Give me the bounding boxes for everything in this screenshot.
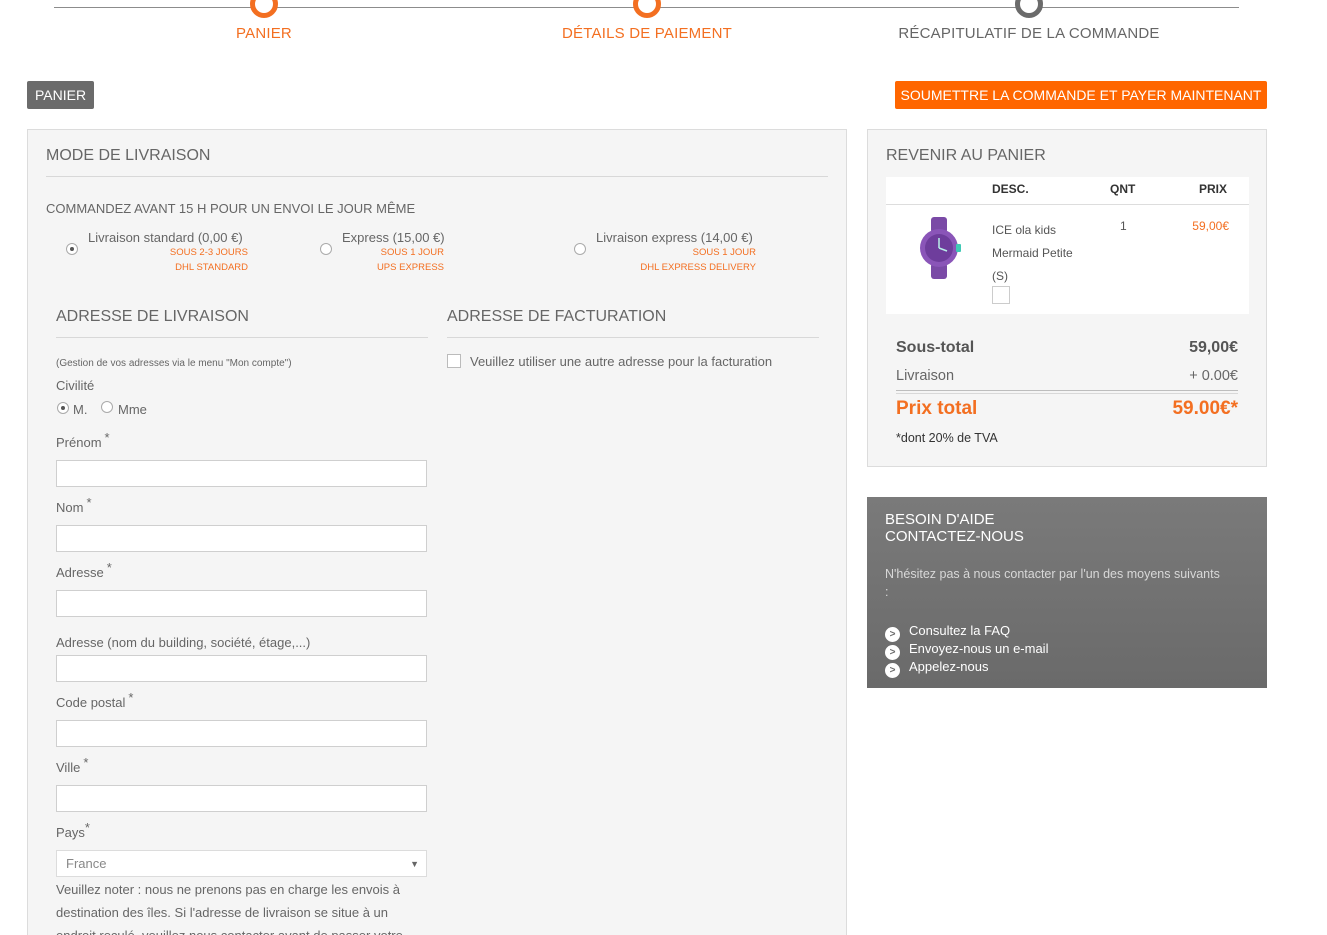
address2-label: Adresse (nom du building, société, étage… [56, 635, 311, 650]
shipping-express-dhl-radio[interactable] [574, 243, 586, 255]
product-quantity: 1 [1120, 219, 1127, 233]
divider [896, 393, 1238, 394]
shipping-option-delay: SOUS 1 JOUR [692, 247, 756, 258]
submit-order-button[interactable]: SOUMETTRE LA COMMANDE ET PAYER MAINTENAN… [895, 81, 1267, 131]
delivery-address-title: ADRESSE DE LIVRAISON [56, 308, 249, 325]
postcode-label: Code postal * [56, 690, 134, 710]
column-header-desc: DESC. [992, 182, 1029, 196]
column-header-qty: QNT [1110, 182, 1136, 196]
vat-note: *dont 20% de TVA [896, 431, 998, 445]
first-name-label: Prénom * [56, 430, 110, 450]
subtotal-label: Sous-total [896, 339, 975, 356]
last-name-label: Nom * [56, 495, 92, 515]
cart-summary-panel: REVENIR AU PANIER DESC. QNT PRIX ICE ola… [867, 129, 1267, 467]
step-cart-circle [250, 0, 278, 18]
email-link[interactable]: > Envoyez-nous un e-mail [885, 641, 1048, 660]
step-summary-label: RÉCAPITULATIF DE LA COMMANDE [898, 25, 1160, 42]
shipping-standard-radio[interactable] [66, 243, 78, 255]
country-select-value: France [66, 856, 107, 871]
shipping-cost-value: + 0.00€ [1189, 368, 1238, 384]
shipping-option-carrier: DHL STANDARD [175, 262, 248, 273]
shipping-express-ups-radio[interactable] [320, 243, 332, 255]
back-to-cart-button[interactable]: PANIER [27, 81, 95, 109]
step-cart-label[interactable]: PANIER [236, 25, 292, 42]
civility-mrs-radio[interactable] [101, 401, 113, 413]
product-price: 59,00€ [1192, 219, 1229, 233]
back-to-cart-link[interactable]: REVENIR AU PANIER [886, 147, 1046, 165]
shipping-option-carrier: DHL EXPRESS DELIVERY [640, 262, 756, 273]
islands-shipping-note: Veuillez noter : nous ne prenons pas en … [56, 882, 403, 935]
step-summary-circle [1015, 0, 1043, 18]
same-day-notice: COMMANDEZ AVANT 15 H POUR UN ENVOI LE JO… [46, 201, 416, 216]
help-text: N'hésitez pas à nous contacter par l'un … [885, 567, 1220, 599]
city-field[interactable] [56, 785, 427, 812]
step-payment-label: DÉTAILS DE PAIEMENT [562, 25, 732, 42]
other-billing-address-label[interactable]: Veuillez utiliser une autre adresse pour… [470, 354, 772, 369]
address-label: Adresse * [56, 560, 112, 580]
civility-mr-label[interactable]: M. [73, 402, 87, 417]
shipping-mode-title: MODE DE LIVRAISON [46, 147, 211, 164]
country-select[interactable]: France ▼ [56, 850, 427, 877]
shipping-option-name: Livraison express (14,00 €) [596, 230, 753, 245]
civility-mr-radio[interactable] [57, 402, 69, 414]
other-billing-address-checkbox[interactable] [447, 354, 461, 368]
divider [886, 204, 1249, 205]
civility-label: Civilité [56, 378, 95, 393]
column-header-price: PRIX [1199, 182, 1228, 196]
shipping-option-delay: SOUS 2-3 JOURS [169, 247, 248, 258]
civility-mrs-label[interactable]: Mme [118, 402, 147, 417]
shipping-cost-label: Livraison [896, 368, 955, 384]
chevron-right-icon: > [885, 627, 900, 642]
last-name-field[interactable] [56, 525, 427, 552]
step-payment-circle [633, 0, 661, 18]
cart-table: DESC. QNT PRIX ICE ola kids Mermaid Peti… [886, 177, 1249, 314]
postcode-field[interactable] [56, 720, 427, 747]
country-label: Pays* [56, 820, 90, 840]
divider [56, 337, 428, 338]
purple-watch-image [920, 217, 961, 279]
divider [46, 176, 828, 177]
product-checkbox[interactable] [992, 286, 1010, 304]
city-label: Ville * [56, 755, 89, 775]
total-label: Prix total [896, 398, 978, 419]
divider [896, 390, 1238, 391]
first-name-field[interactable] [56, 460, 427, 487]
help-title: BESOIN D'AIDE CONTACTEZ-NOUS [885, 511, 1024, 545]
chevron-right-icon: > [885, 645, 900, 660]
phone-link[interactable]: > Appelez-nous [885, 659, 989, 678]
total-value: 59.00€* [1172, 398, 1238, 419]
chevron-right-icon: > [885, 663, 900, 678]
chevron-down-icon: ▼ [410, 859, 419, 869]
address-management-note: (Gestion de vos adresses via le menu "Mo… [56, 358, 292, 369]
divider [447, 337, 819, 338]
address2-field[interactable] [56, 655, 427, 682]
help-box: BESOIN D'AIDE CONTACTEZ-NOUS N'hésitez p… [867, 497, 1267, 688]
faq-link[interactable]: > Consultez la FAQ [885, 623, 1010, 642]
billing-address-title: ADRESSE DE FACTURATION [447, 308, 667, 325]
checkout-form-panel: MODE DE LIVRAISON COMMANDEZ AVANT 15 H P… [27, 129, 847, 935]
shipping-option-delay: SOUS 1 JOUR [380, 247, 444, 258]
shipping-option-carrier: UPS EXPRESS [376, 262, 444, 273]
address-field[interactable] [56, 590, 427, 617]
shipping-option-name: Express (15,00 €) [342, 230, 445, 245]
subtotal-value: 59,00€ [1189, 339, 1238, 356]
product-name[interactable]: ICE ola kids Mermaid Petite (S) [992, 219, 1092, 288]
shipping-option-name: Livraison standard (0,00 €) [88, 230, 243, 245]
